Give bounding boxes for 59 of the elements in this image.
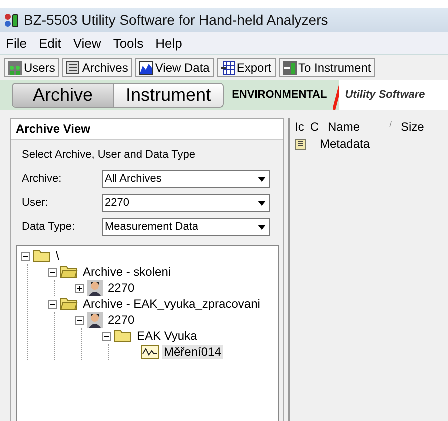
instruction-text: Select Archive, User and Data Type [21,148,196,163]
chart-icon [139,60,154,74]
users-icon [8,60,22,74]
collapse-toggle[interactable] [21,252,30,260]
field-label: Data Type: [22,221,76,233]
archive-icon [66,60,80,74]
tab[interactable]: Instrument [113,84,224,106]
tree-item[interactable]: Měření014 [162,345,224,359]
column-header[interactable]: C [307,120,322,134]
column-header[interactable]: Ic [292,120,308,134]
product-label: Utility Software [345,89,426,101]
menu-item[interactable]: Help [150,36,188,50]
collapse-toggle[interactable] [75,316,84,324]
window-title: BZ-5503 Utility Software for Hand-held Analyzers [24,12,328,28]
menu-item[interactable]: Tools [107,36,150,50]
grid-icon [220,60,235,74]
folder-icon [114,329,132,343]
field-label: Archive: [22,173,63,185]
folder-icon [33,249,51,263]
dropdown-arrow-icon [258,176,266,182]
dropdown[interactable]: Measurement Data [102,218,270,236]
instrument-icon [282,60,297,74]
dropdown-arrow-icon [258,224,266,230]
document-icon [295,138,306,150]
panel-title: Archive View [11,119,283,140]
field-label: User: [22,197,50,209]
collapse-toggle[interactable] [48,300,57,308]
collapse-toggle[interactable] [48,268,57,276]
tree-item[interactable]: 2270 [106,313,137,327]
tab[interactable]: Archive [13,84,114,106]
sort-mark: / [388,120,394,130]
tree-item[interactable]: 2270 [106,281,137,295]
expand-toggle[interactable] [75,284,84,292]
toolbar-button[interactable]: View Data [135,58,214,77]
column-header[interactable]: Size [398,120,428,134]
waveform-icon [141,345,159,359]
tree-item[interactable]: Archive - skoleni [81,265,174,279]
folder-icon [60,265,78,279]
menu-item[interactable]: Edit [32,36,68,50]
tree-item[interactable]: EAK Vyuka [135,329,200,343]
app-icon [4,12,20,28]
dropdown[interactable]: 2270 [102,194,270,212]
toolbar-button[interactable]: Export [216,58,276,77]
toolbar-button[interactable]: Users [4,58,60,77]
person-icon [87,312,103,328]
toolbar-button[interactable]: To Instrument [278,58,376,77]
tree-item[interactable]: Archive - EAK_vyuka_zpracovani [81,297,262,311]
collapse-toggle[interactable] [102,332,111,340]
menu-item[interactable]: View [67,36,108,50]
column-header[interactable]: Name [325,120,364,134]
category-label: ENVIRONMENTAL [232,89,328,101]
dropdown[interactable]: All Archives [102,170,270,188]
tree-item[interactable]: \ [54,249,62,263]
menu-item[interactable]: File [0,36,33,50]
folder-icon [60,297,78,311]
toolbar-button[interactable]: Archives [62,58,132,77]
dropdown-arrow-icon [258,200,266,206]
person-icon [87,280,103,296]
list-item[interactable]: Metadata [320,137,370,151]
